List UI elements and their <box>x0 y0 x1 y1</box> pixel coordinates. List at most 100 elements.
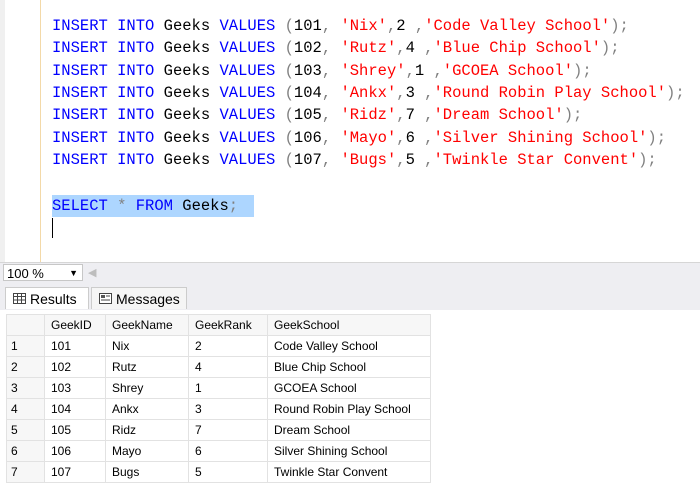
table-row[interactable]: 5 105 Ridz 7 Dream School <box>6 419 431 441</box>
from-keyword: FROM <box>135 197 173 215</box>
cell-geekschool[interactable]: Dream School <box>267 419 431 441</box>
cell-geekid[interactable]: 104 <box>44 398 106 420</box>
insert-statement[interactable]: INSERT INTO Geeks VALUES (101, 'Nix',2 ,… <box>52 16 629 36</box>
cell-geekname[interactable]: Rutz <box>105 356 189 378</box>
cell-geekrank[interactable]: 6 <box>188 440 268 462</box>
table-name: Geeks <box>163 39 211 58</box>
table-row[interactable]: 2 102 Rutz 4 Blue Chip School <box>6 356 431 378</box>
values-keyword: VALUES <box>219 39 276 58</box>
comma: , <box>321 106 341 125</box>
cell-geekrank[interactable]: 3 <box>188 398 268 420</box>
cell-geekrank[interactable]: 7 <box>188 419 268 441</box>
select-keyword: SELECT <box>52 197 108 215</box>
cell-geekname[interactable]: Bugs <box>105 461 189 483</box>
cell-geekid[interactable]: 103 <box>44 377 106 399</box>
into-keyword: INTO <box>117 83 155 102</box>
select-statement[interactable]: SELECT * FROM Geeks; <box>52 196 238 216</box>
into-keyword: INTO <box>117 128 155 147</box>
tab-messages[interactable]: Messages <box>91 287 187 309</box>
row-number[interactable]: 1 <box>6 335 45 357</box>
cell-geekid[interactable]: 101 <box>44 335 106 357</box>
insert-statement[interactable]: INSERT INTO Geeks VALUES (105, 'Ridz',7 … <box>52 105 582 125</box>
values-keyword: VALUES <box>219 61 276 80</box>
table-row[interactable]: 4 104 Ankx 3 Round Robin Play School <box>6 398 431 420</box>
cell-geekname[interactable]: Mayo <box>105 440 189 462</box>
cell-geekid[interactable]: 105 <box>44 419 106 441</box>
paren-semicolon: ); <box>666 83 685 102</box>
column-header-geekid[interactable]: GeekID <box>44 314 106 336</box>
comma: , <box>321 39 341 58</box>
cell-geekschool[interactable]: Blue Chip School <box>267 356 431 378</box>
table-row[interactable]: 3 103 Shrey 1 GCOEA School <box>6 377 431 399</box>
table-row[interactable]: 7 107 Bugs 5 Twinkle Star Convent <box>6 461 431 483</box>
editor-margin-line <box>40 0 41 262</box>
into-keyword: INTO <box>117 17 155 35</box>
query-editor[interactable]: INSERT INTO Geeks VALUES (101, 'Nix',2 ,… <box>0 0 700 262</box>
insert-statement[interactable]: INSERT INTO Geeks VALUES (106, 'Mayo',6 … <box>52 128 666 148</box>
paren-semicolon: ); <box>647 128 667 147</box>
cell-geekrank[interactable]: 2 <box>188 335 268 357</box>
tab-messages-label: Messages <box>116 291 180 307</box>
id-value: 107 <box>293 150 322 169</box>
rank-value: 2 <box>396 17 406 35</box>
cell-geekschool[interactable]: Code Valley School <box>267 335 431 357</box>
comma: , <box>321 83 341 102</box>
comma: , <box>386 17 397 35</box>
comma: , <box>414 39 434 58</box>
insert-statement[interactable]: INSERT INTO Geeks VALUES (103, 'Shrey',1… <box>52 61 592 81</box>
rank-value: 3 <box>405 83 415 102</box>
cell-geekname[interactable]: Nix <box>105 335 189 357</box>
paren: ( <box>284 128 294 147</box>
cell-geekrank[interactable]: 4 <box>188 356 268 378</box>
cell-geekrank[interactable]: 5 <box>188 461 268 483</box>
zoom-dropdown[interactable]: 100 % ▼ <box>3 264 83 281</box>
id-value: 105 <box>293 106 322 125</box>
row-number[interactable]: 6 <box>6 440 45 462</box>
scroll-left-icon[interactable]: ◀ <box>88 266 96 279</box>
row-number[interactable]: 2 <box>6 356 45 378</box>
tab-results[interactable]: Results <box>5 287 89 309</box>
row-number[interactable]: 3 <box>6 377 45 399</box>
cell-geekname[interactable]: Ridz <box>105 419 189 441</box>
comma: , <box>321 150 341 169</box>
cell-geekname[interactable]: Ankx <box>105 398 189 420</box>
table-name: Geeks <box>163 106 211 125</box>
values-keyword: VALUES <box>219 150 276 169</box>
insert-keyword: INSERT <box>52 83 108 102</box>
cell-geekrank[interactable]: 1 <box>188 377 268 399</box>
semicolon: ; <box>228 197 239 215</box>
id-value: 106 <box>293 128 322 147</box>
cell-geekschool[interactable]: GCOEA School <box>267 377 431 399</box>
column-header-geekrank[interactable]: GeekRank <box>188 314 268 336</box>
column-header-geekschool[interactable]: GeekSchool <box>267 314 431 336</box>
row-number[interactable]: 5 <box>6 419 45 441</box>
cell-geekid[interactable]: 107 <box>44 461 106 483</box>
insert-statement[interactable]: INSERT INTO Geeks VALUES (102, 'Rutz',4 … <box>52 38 620 58</box>
insert-statement[interactable]: INSERT INTO Geeks VALUES (107, 'Bugs',5 … <box>52 150 657 170</box>
column-header-geekname[interactable]: GeekName <box>105 314 189 336</box>
cell-geekname[interactable]: Shrey <box>105 377 189 399</box>
cell-geekid[interactable]: 102 <box>44 356 106 378</box>
row-number-header[interactable] <box>6 314 45 336</box>
table-row[interactable]: 1 101 Nix 2 Code Valley School <box>6 335 431 357</box>
row-number[interactable]: 4 <box>6 398 45 420</box>
cell-geekschool[interactable]: Round Robin Play School <box>267 398 431 420</box>
insert-keyword: INSERT <box>52 61 108 80</box>
table-name: Geeks <box>182 197 229 215</box>
insert-statement[interactable]: INSERT INTO Geeks VALUES (104, 'Ankx',3 … <box>52 83 685 103</box>
comma: , <box>396 150 406 169</box>
rank-value: 1 <box>414 61 425 80</box>
comma: , <box>396 39 406 58</box>
rank-value: 5 <box>405 150 415 169</box>
name-value: 'Shrey' <box>340 61 406 80</box>
values-keyword: VALUES <box>219 83 276 102</box>
table-name: Geeks <box>163 17 211 35</box>
table-name: Geeks <box>163 61 211 80</box>
values-keyword: VALUES <box>219 128 276 147</box>
row-number[interactable]: 7 <box>6 461 45 483</box>
cell-geekschool[interactable]: Twinkle Star Convent <box>267 461 431 483</box>
table-row[interactable]: 6 106 Mayo 6 Silver Shining School <box>6 440 431 462</box>
paren: ( <box>284 17 294 35</box>
cell-geekschool[interactable]: Silver Shining School <box>267 440 431 462</box>
cell-geekid[interactable]: 106 <box>44 440 106 462</box>
